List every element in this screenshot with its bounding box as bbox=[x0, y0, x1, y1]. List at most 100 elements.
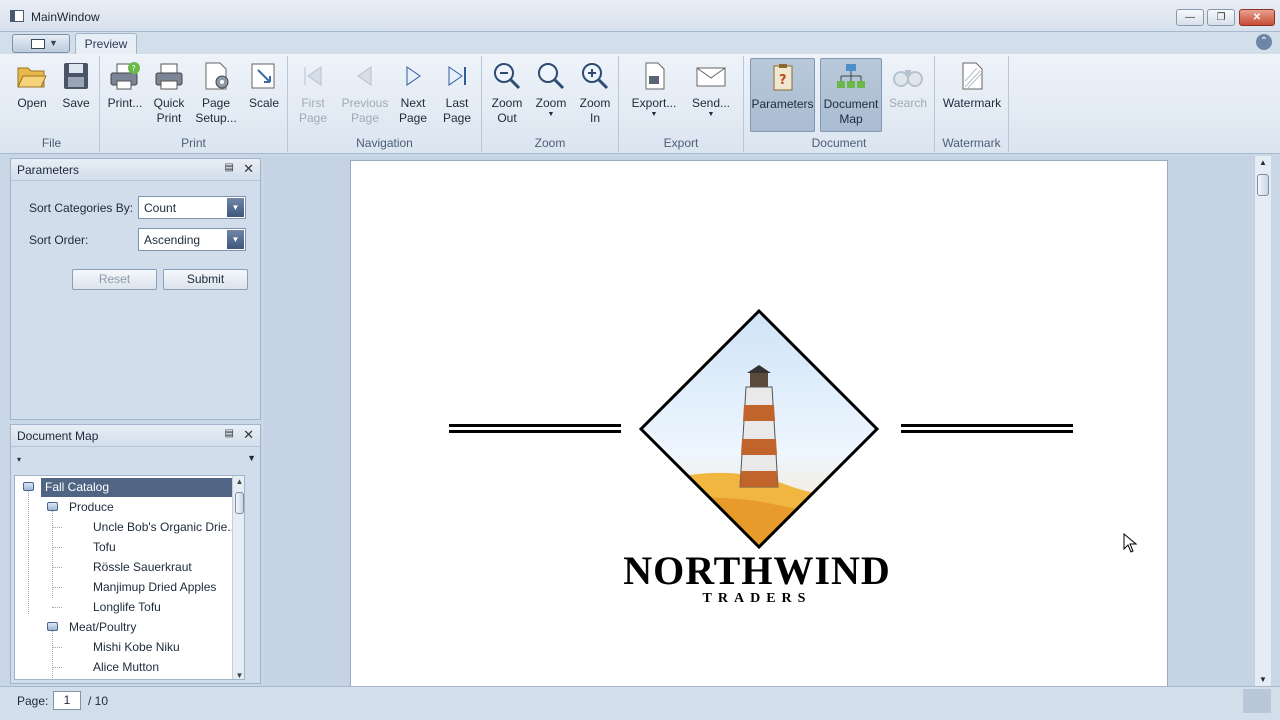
pin-icon[interactable]: ▤ bbox=[225, 162, 234, 173]
open-button[interactable]: Open bbox=[10, 58, 54, 132]
tree-item[interactable]: Alice Mutton bbox=[93, 658, 159, 677]
close-button[interactable]: ✕ bbox=[1239, 9, 1275, 26]
scroll-thumb[interactable] bbox=[1257, 174, 1269, 196]
page-total: / 10 bbox=[88, 694, 109, 708]
last-page-icon bbox=[448, 66, 466, 86]
next-page-icon bbox=[406, 66, 421, 86]
close-icon[interactable]: ✕ bbox=[243, 161, 254, 177]
export-group: Export... ▼ Send... ▼ Export bbox=[619, 56, 744, 152]
collapse-icon[interactable] bbox=[23, 482, 34, 491]
page-setup-button[interactable]: Page Setup... bbox=[194, 58, 238, 132]
tree-item[interactable]: Mishi Kobe Niku bbox=[93, 638, 180, 657]
parameters-button[interactable]: ? Parameters bbox=[750, 58, 815, 132]
svg-text:?: ? bbox=[779, 73, 787, 88]
submit-button[interactable]: Submit bbox=[163, 269, 248, 290]
collapse-icon[interactable] bbox=[47, 622, 58, 631]
report-page: NORTHWIND TRADERS bbox=[350, 160, 1168, 690]
reset-button[interactable]: Reset bbox=[72, 269, 157, 290]
zoom-group-label: Zoom bbox=[534, 136, 566, 150]
document-group-label: Document bbox=[811, 136, 867, 150]
last-page-button[interactable]: Last Page bbox=[435, 58, 479, 132]
scale-button[interactable]: Scale bbox=[242, 58, 286, 132]
scale-label: Scale bbox=[248, 96, 280, 110]
chevron-up-icon[interactable]: ▲ bbox=[1255, 158, 1271, 167]
print-group: ? Print... Quick Print Page Setup... Sca… bbox=[100, 56, 288, 152]
watermark-label: Watermark bbox=[942, 96, 1002, 110]
sort-categories-label: Sort Categories By: bbox=[29, 201, 134, 215]
tab-preview[interactable]: Preview bbox=[75, 33, 137, 55]
chevron-up-icon[interactable]: ▲ bbox=[233, 477, 244, 486]
maximize-button[interactable]: ❐ bbox=[1207, 9, 1235, 26]
send-button[interactable]: Send... ▼ bbox=[689, 58, 733, 132]
chevron-down-icon[interactable]: ▼ bbox=[227, 198, 244, 217]
printer-icon bbox=[155, 63, 183, 90]
tree-item[interactable]: Uncle Bob's Organic Drie... bbox=[93, 518, 237, 537]
print-button[interactable]: ? Print... bbox=[103, 58, 147, 132]
zoom-in-button[interactable]: Zoom In bbox=[573, 58, 617, 132]
logo-wordmark: NORTHWIND bbox=[623, 548, 891, 593]
document-map-panel-title: Document Map bbox=[17, 429, 99, 443]
quick-print-button[interactable]: Quick Print bbox=[147, 58, 191, 132]
chevron-down-icon: ▼ bbox=[49, 38, 58, 48]
application-menu-button[interactable]: ▼ bbox=[12, 34, 70, 53]
last-page-label: Last Page bbox=[442, 96, 472, 125]
floppy-disk-icon bbox=[64, 63, 88, 89]
quick-print-label: Quick Print bbox=[153, 96, 185, 125]
chevron-down-icon[interactable]: ▼ bbox=[1255, 675, 1271, 684]
help-icon[interactable]: ⌃ bbox=[1256, 34, 1272, 50]
minimize-button[interactable]: — bbox=[1176, 9, 1204, 26]
document-map-tree: Fall Catalog Produce Uncle Bob's Organic… bbox=[14, 475, 245, 680]
chevron-down-icon: ▼ bbox=[650, 111, 658, 118]
watermark-button[interactable]: Watermark bbox=[939, 58, 1005, 132]
close-icon[interactable]: ✕ bbox=[243, 427, 254, 443]
mouse-cursor-icon bbox=[1123, 533, 1137, 553]
scroll-thumb[interactable] bbox=[235, 492, 244, 514]
document-scrollbar[interactable]: ▲ ▼ bbox=[1254, 156, 1271, 686]
watermark-group: Watermark Watermark bbox=[935, 56, 1009, 152]
chevron-down-icon[interactable]: ▼ bbox=[227, 230, 244, 249]
parameters-panel-header: Parameters ▤ ✕ bbox=[11, 159, 260, 181]
envelope-icon bbox=[696, 67, 726, 87]
chevron-down-icon[interactable]: ▾ bbox=[17, 455, 21, 464]
zoom-group: Zoom Out Zoom ▼ Zoom In Zoom bbox=[482, 56, 619, 152]
tree-scrollbar[interactable]: ▲ ▼ bbox=[232, 476, 244, 679]
search-button[interactable]: Search bbox=[886, 58, 930, 132]
document-map-icon bbox=[837, 64, 865, 88]
zoom-out-button[interactable]: Zoom Out bbox=[485, 58, 529, 132]
chevron-down-icon[interactable]: ▼ bbox=[247, 453, 256, 463]
sort-order-select[interactable]: Ascending ▼ bbox=[138, 228, 246, 251]
pin-icon[interactable]: ▤ bbox=[225, 428, 234, 439]
resize-grip[interactable] bbox=[1243, 689, 1271, 713]
page-number-input[interactable]: 1 bbox=[53, 691, 81, 710]
document-map-label: Document Map bbox=[823, 97, 879, 126]
first-page-label: First Page bbox=[298, 96, 328, 125]
zoom-button[interactable]: Zoom ▼ bbox=[529, 58, 573, 132]
next-page-button[interactable]: Next Page bbox=[391, 58, 435, 132]
first-page-button[interactable]: First Page bbox=[291, 58, 335, 132]
tree-item-fall-catalog[interactable]: Fall Catalog bbox=[41, 478, 242, 497]
save-button[interactable]: Save bbox=[54, 58, 98, 132]
tree-item-meat-poultry[interactable]: Meat/Poultry bbox=[69, 618, 136, 637]
tree-item[interactable]: Manjimup Dried Apples bbox=[93, 578, 216, 597]
chevron-down-icon[interactable]: ▼ bbox=[233, 671, 244, 679]
first-page-icon bbox=[304, 66, 322, 86]
export-button[interactable]: Export... ▼ bbox=[629, 58, 679, 132]
tree-item-produce[interactable]: Produce bbox=[69, 498, 114, 517]
open-label: Open bbox=[17, 96, 47, 110]
previous-page-button[interactable]: Previous Page bbox=[340, 58, 390, 132]
file-group: Open Save File bbox=[4, 56, 100, 152]
sort-categories-select[interactable]: Count ▼ bbox=[138, 196, 246, 219]
window-title: MainWindow bbox=[31, 10, 100, 24]
document-group: ? Parameters Document Map Search Documen… bbox=[744, 56, 935, 152]
status-bar: Page: 1 / 10 bbox=[0, 686, 1280, 720]
tree-item[interactable]: Longlife Tofu bbox=[93, 598, 161, 617]
file-group-label: File bbox=[41, 136, 62, 150]
tree-item[interactable]: Tofu bbox=[93, 538, 116, 557]
previous-page-icon bbox=[357, 66, 372, 86]
collapse-icon[interactable] bbox=[47, 502, 58, 511]
print-group-label: Print bbox=[181, 136, 206, 150]
document-map-button[interactable]: Document Map bbox=[820, 58, 882, 132]
next-page-label: Next Page bbox=[398, 96, 428, 125]
tree-item[interactable]: Rössle Sauerkraut bbox=[93, 558, 192, 577]
ribbon: Open Save File ? Print... Quick Print Pa… bbox=[0, 54, 1280, 154]
